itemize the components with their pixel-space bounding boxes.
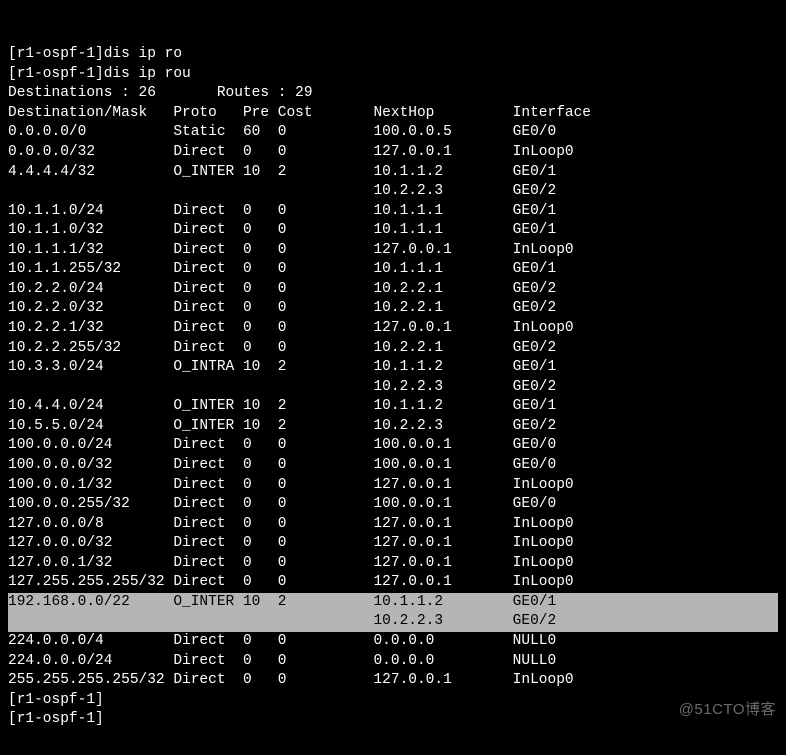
prompt-line: [r1-ospf-1] [8,710,778,730]
table-row: 10.2.2.0/24 Direct 0 0 10.2.2.1 GE0/2 [8,280,778,300]
table-row: 100.0.0.0/24 Direct 0 0 100.0.0.1 GE0/0 [8,436,778,456]
table-row: 10.4.4.0/24 O_INTER 10 2 10.1.1.2 GE0/1 [8,397,778,417]
table-row: 10.1.1.1/32 Direct 0 0 127.0.0.1 InLoop0 [8,241,778,261]
table-row: 224.0.0.0/24 Direct 0 0 0.0.0.0 NULL0 [8,652,778,672]
table-row: 10.2.2.3 GE0/2 [8,378,778,398]
prompt-line: [r1-ospf-1]dis ip ro [8,45,778,65]
table-row: 127.0.0.1/32 Direct 0 0 127.0.0.1 InLoop… [8,554,778,574]
table-row: 127.0.0.0/32 Direct 0 0 127.0.0.1 InLoop… [8,534,778,554]
table-row: 10.1.1.0/32 Direct 0 0 10.1.1.1 GE0/1 [8,221,778,241]
table-row: 10.2.2.3 GE0/2 [8,612,778,632]
summary-line: Destinations : 26 Routes : 29 [8,84,778,104]
table-row: 127.255.255.255/32 Direct 0 0 127.0.0.1 … [8,573,778,593]
table-row: 224.0.0.0/4 Direct 0 0 0.0.0.0 NULL0 [8,632,778,652]
watermark: @51CTO博客 [679,700,776,720]
table-row: 0.0.0.0/0 Static 60 0 100.0.0.5 GE0/0 [8,123,778,143]
table-row: 10.1.1.255/32 Direct 0 0 10.1.1.1 GE0/1 [8,260,778,280]
table-row: 10.1.1.0/24 Direct 0 0 10.1.1.1 GE0/1 [8,202,778,222]
table-row: 10.2.2.3 GE0/2 [8,182,778,202]
terminal-output[interactable]: [r1-ospf-1]dis ip ro[r1-ospf-1]dis ip ro… [0,0,786,755]
prompt-line: [r1-ospf-1]dis ip rou [8,65,778,85]
prompt-line: [r1-ospf-1] [8,691,778,711]
table-row: 100.0.0.255/32 Direct 0 0 100.0.0.1 GE0/… [8,495,778,515]
table-row: 127.0.0.0/8 Direct 0 0 127.0.0.1 InLoop0 [8,515,778,535]
table-row: 100.0.0.1/32 Direct 0 0 127.0.0.1 InLoop… [8,476,778,496]
table-row: 10.2.2.1/32 Direct 0 0 127.0.0.1 InLoop0 [8,319,778,339]
table-row: 100.0.0.0/32 Direct 0 0 100.0.0.1 GE0/0 [8,456,778,476]
table-row: 0.0.0.0/32 Direct 0 0 127.0.0.1 InLoop0 [8,143,778,163]
table-row: 10.2.2.0/32 Direct 0 0 10.2.2.1 GE0/2 [8,299,778,319]
table-row: 255.255.255.255/32 Direct 0 0 127.0.0.1 … [8,671,778,691]
table-header: Destination/Mask Proto Pre Cost NextHop … [8,104,778,124]
table-row: 10.5.5.0/24 O_INTER 10 2 10.2.2.3 GE0/2 [8,417,778,437]
table-row: 4.4.4.4/32 O_INTER 10 2 10.1.1.2 GE0/1 [8,163,778,183]
table-row: 10.2.2.255/32 Direct 0 0 10.2.2.1 GE0/2 [8,339,778,359]
table-row: 192.168.0.0/22 O_INTER 10 2 10.1.1.2 GE0… [8,593,778,613]
table-row: 10.3.3.0/24 O_INTRA 10 2 10.1.1.2 GE0/1 [8,358,778,378]
